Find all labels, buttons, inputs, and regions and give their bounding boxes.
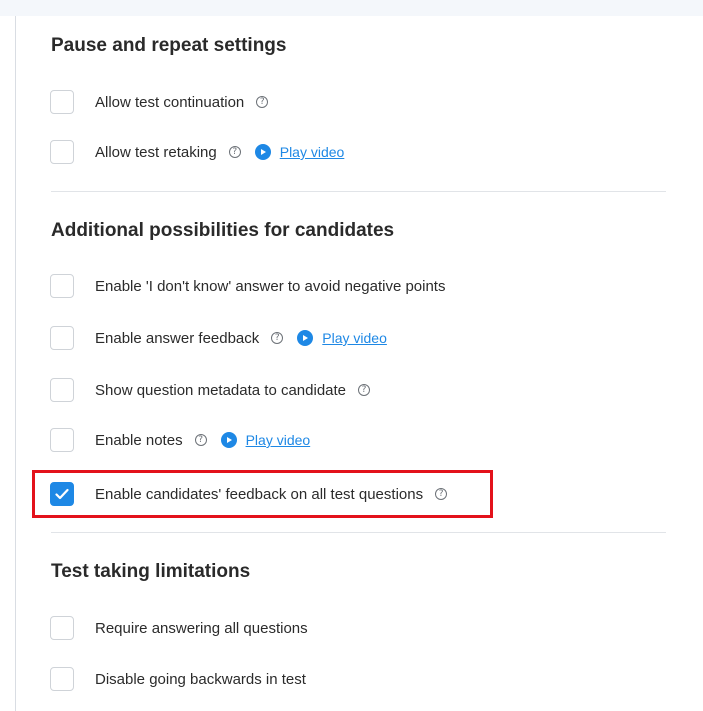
setting-allow-test-continuation: Allow test continuation ? — [50, 88, 269, 116]
checkbox-allow-test-retaking[interactable] — [50, 140, 74, 164]
checkbox-disable-going-backwards[interactable] — [50, 667, 74, 691]
checkbox-show-question-metadata[interactable] — [50, 378, 74, 402]
play-video-link[interactable]: Play video — [220, 432, 311, 448]
setting-require-answering-all: Require answering all questions — [50, 614, 308, 642]
checkbox-allow-test-continuation[interactable] — [50, 90, 74, 114]
setting-show-question-metadata: Show question metadata to candidate ? — [50, 376, 371, 404]
setting-label: Allow test retaking — [95, 143, 217, 161]
play-video-link[interactable]: Play video — [254, 144, 345, 160]
checkbox-enable-answer-feedback[interactable] — [50, 326, 74, 350]
settings-panel: Pause and repeat settings Allow test con… — [0, 0, 703, 711]
play-video-text[interactable]: Play video — [246, 432, 311, 448]
play-circle-icon[interactable] — [254, 144, 271, 160]
play-video-text[interactable]: Play video — [280, 144, 345, 160]
question-circle-icon[interactable]: ? — [256, 96, 269, 108]
section-divider — [51, 532, 666, 533]
play-circle-icon[interactable] — [297, 330, 314, 346]
setting-enable-answer-feedback: Enable answer feedback ? Play video — [50, 324, 387, 352]
setting-allow-test-retaking: Allow test retaking ? Play video — [50, 138, 344, 166]
setting-label: Allow test continuation — [95, 93, 245, 111]
setting-label: Show question metadata to candidate — [95, 381, 347, 399]
question-circle-icon[interactable]: ? — [271, 332, 284, 344]
checkbox-enable-notes[interactable] — [50, 428, 74, 452]
checkbox-require-answering-all[interactable] — [50, 616, 74, 640]
question-circle-icon[interactable]: ? — [358, 384, 371, 396]
play-video-text[interactable]: Play video — [322, 330, 387, 346]
play-video-link[interactable]: Play video — [297, 330, 387, 346]
highlight-box — [32, 470, 493, 518]
checkbox-enable-dont-know[interactable] — [50, 274, 74, 298]
setting-label: Enable 'I don't know' answer to avoid ne… — [95, 277, 446, 295]
setting-label: Enable answer feedback — [95, 329, 260, 347]
setting-disable-going-backwards: Disable going backwards in test — [50, 665, 306, 693]
section-title-test-taking-limitations: Test taking limitations — [51, 561, 251, 582]
section-divider — [51, 191, 666, 192]
section-title-additional-possibilities: Additional possibilities for candidates — [51, 220, 395, 241]
setting-label: Enable notes — [95, 431, 183, 449]
setting-label: Disable going backwards in test — [95, 670, 306, 688]
section-title-pause-repeat: Pause and repeat settings — [51, 35, 287, 56]
play-circle-icon[interactable] — [220, 432, 237, 448]
setting-enable-dont-know: Enable 'I don't know' answer to avoid ne… — [50, 272, 445, 300]
setting-label: Require answering all questions — [95, 619, 308, 637]
question-circle-icon[interactable]: ? — [228, 146, 241, 158]
question-circle-icon[interactable]: ? — [194, 434, 207, 446]
setting-enable-notes: Enable notes ? Play video — [50, 426, 310, 454]
